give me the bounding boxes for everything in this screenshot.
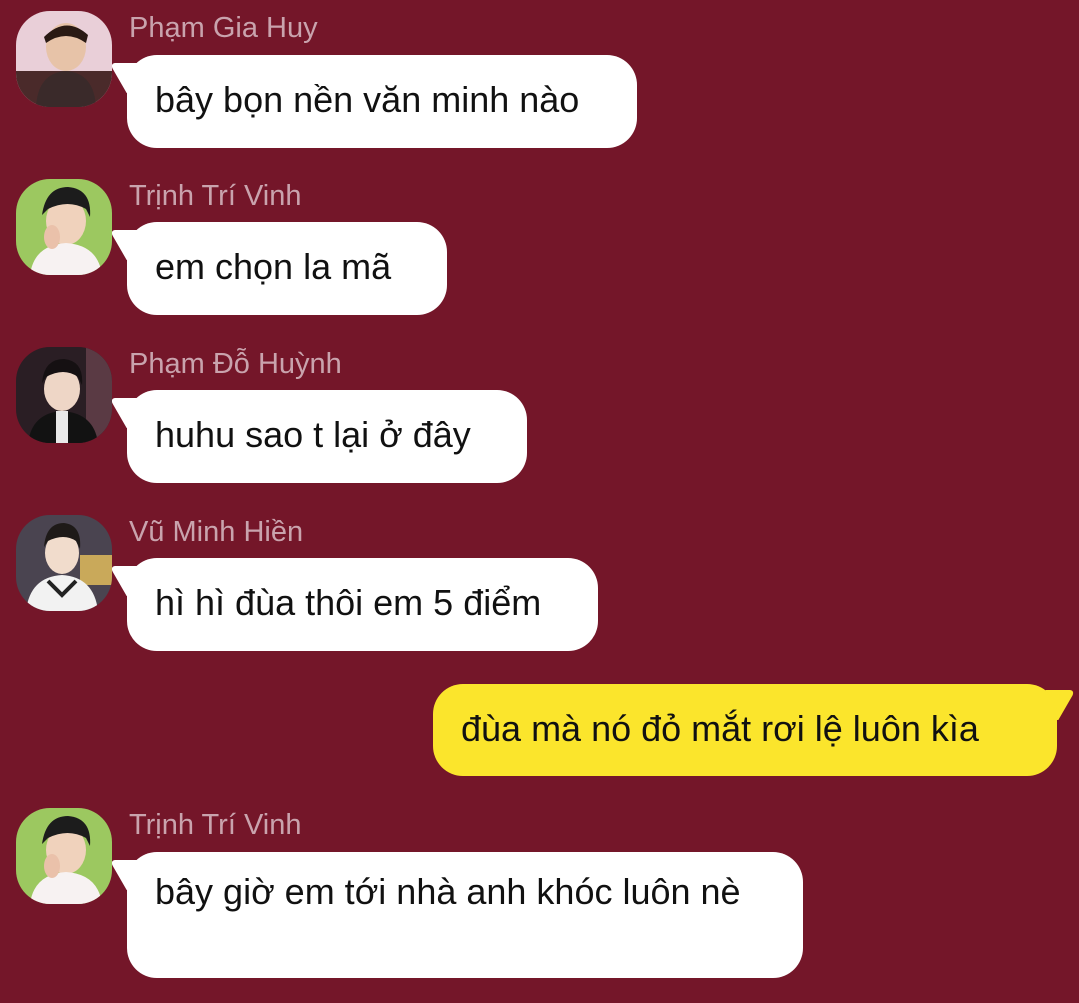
avatar[interactable]: [16, 808, 112, 904]
message-bubble[interactable]: huhu sao t lại ở đây: [127, 390, 527, 483]
message-bubble-outgoing[interactable]: đùa mà nó đỏ mắt rơi lệ luôn kìa: [433, 684, 1057, 776]
sender-name: Trịnh Trí Vinh: [129, 809, 302, 841]
sender-name: Trịnh Trí Vinh: [129, 180, 302, 212]
sender-name: Phạm Đỗ Huỳnh: [129, 348, 342, 380]
sender-name: Phạm Gia Huy: [129, 12, 318, 44]
sender-name: Vũ Minh Hiền: [129, 516, 304, 548]
avatar[interactable]: [16, 179, 112, 275]
message-bubble[interactable]: bây giờ em tới nhà anh khóc luôn nè: [127, 852, 803, 978]
message-bubble[interactable]: em chọn la mã: [127, 222, 447, 315]
chat-thread: Phạm Gia Huy bây bọn nền văn minh nào Tr…: [0, 0, 1079, 1003]
avatar[interactable]: [16, 11, 112, 107]
avatar[interactable]: [16, 347, 112, 443]
message-bubble[interactable]: bây bọn nền văn minh nào: [127, 55, 637, 148]
avatar[interactable]: [16, 515, 112, 611]
message-bubble[interactable]: hì hì đùa thôi em 5 điểm: [127, 558, 598, 651]
